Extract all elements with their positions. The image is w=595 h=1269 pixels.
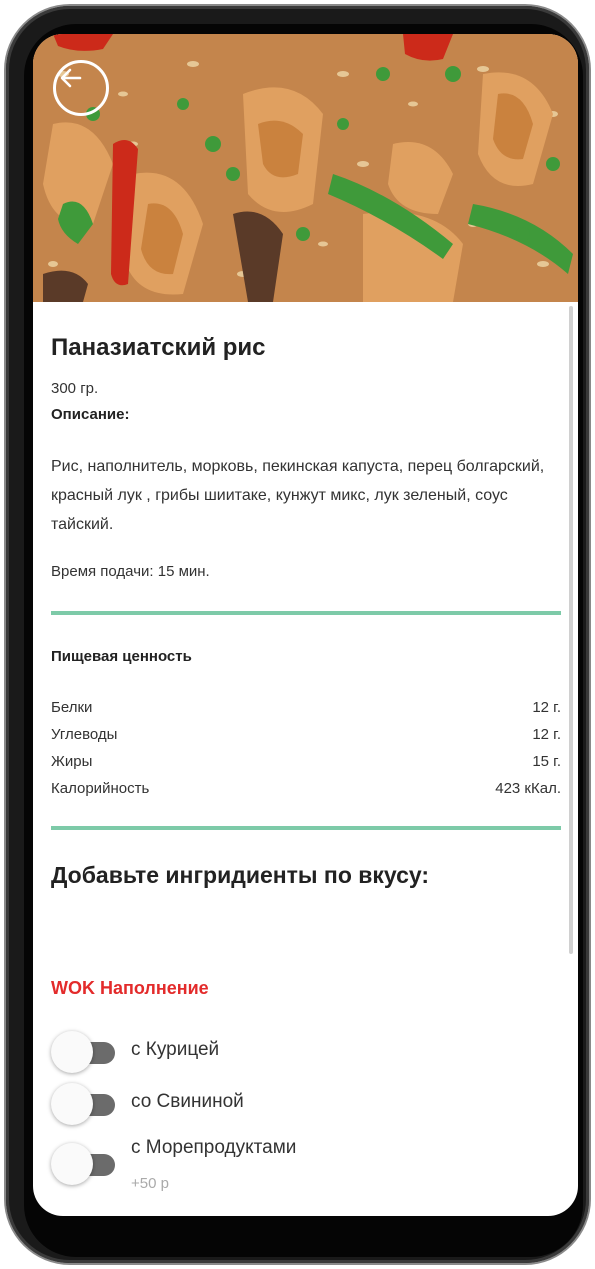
nutrition-label: Жиры (51, 753, 93, 770)
product-title: Паназиатский рис (51, 334, 266, 361)
nutrition-row: Жиры 15 г. (51, 753, 561, 775)
nutrition-title: Пищевая ценность (51, 648, 192, 665)
food-image (33, 34, 578, 302)
product-photo (33, 34, 578, 302)
addon-option-price: +50 р (131, 1175, 169, 1192)
scrollbar[interactable] (569, 306, 573, 954)
nutrition-label: Белки (51, 699, 93, 716)
addon-group-title: WOK Наполнение (51, 978, 209, 998)
addons-title: Добавьте ингридиенты по вкусу: (51, 862, 430, 888)
divider (51, 826, 561, 830)
toggle-knob[interactable] (51, 1031, 93, 1073)
back-button[interactable] (53, 60, 109, 116)
addon-option-label: со Свининой (131, 1091, 244, 1112)
product-screen: Паназиатский рис 300 гр. Описание: Рис, … (33, 34, 578, 1216)
description-label: Описание: (51, 406, 130, 423)
nutrition-value: 423 кКал. (495, 780, 561, 797)
nutrition-label: Углеводы (51, 726, 118, 743)
nutrition-row: Белки 12 г. (51, 699, 561, 721)
addon-option-label: с Морепродуктами (131, 1137, 297, 1158)
divider (51, 611, 561, 615)
serving-time: Время подачи: 15 мин. (51, 563, 210, 580)
arrow-left-icon (60, 68, 82, 88)
addon-option-seafood[interactable]: с Морепродуктами +50 р (51, 1137, 561, 1192)
toggle-knob[interactable] (51, 1143, 93, 1185)
product-description: Рис, наполнитель, морковь, пекинская кап… (51, 458, 545, 533)
nutrition-value: 12 г. (532, 699, 561, 716)
nutrition-row: Калорийность 423 кКал. (51, 780, 561, 802)
product-weight: 300 гр. (51, 380, 99, 397)
nutrition-label: Калорийность (51, 780, 150, 797)
toggle-knob[interactable] (51, 1083, 93, 1125)
addon-option-pork[interactable]: со Свининой (51, 1083, 561, 1127)
nutrition-value: 15 г. (532, 753, 561, 770)
nutrition-row: Углеводы 12 г. (51, 726, 561, 748)
addon-option-chicken[interactable]: с Курицей (51, 1031, 561, 1075)
nutrition-value: 12 г. (532, 726, 561, 743)
addon-option-label: с Курицей (131, 1039, 220, 1060)
